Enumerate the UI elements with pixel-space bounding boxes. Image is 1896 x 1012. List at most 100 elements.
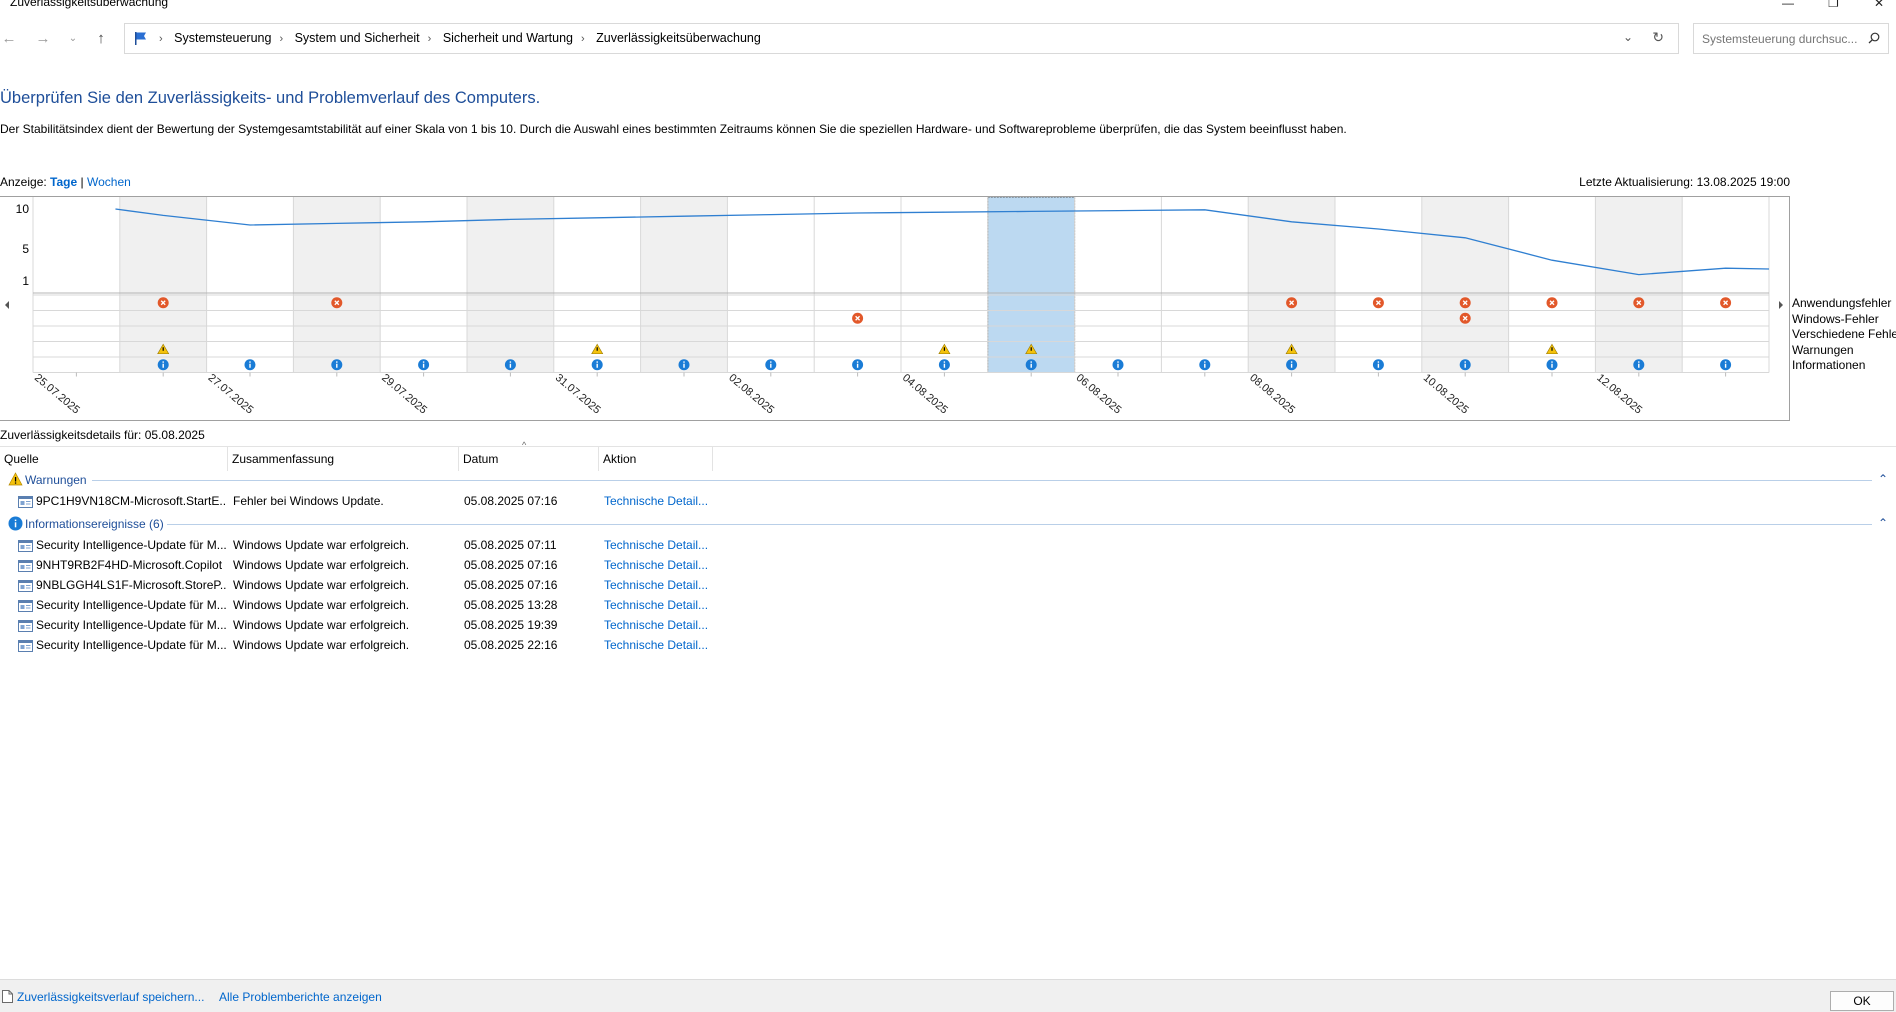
column-header-aktion[interactable]: Aktion [599,447,713,471]
view-days-link[interactable]: Tage [50,175,77,189]
row-source: Security Intelligence-Update für M... [36,598,226,612]
row-summary: Windows Update war erfolgreich. [233,558,410,572]
close-icon[interactable]: ✕ [1874,0,1884,10]
group-divider [92,480,1872,481]
info-icon-mark [1551,363,1553,368]
group-header-informationsereignisse[interactable]: Informationsereignisse (6) ⌃ [0,515,1896,533]
row-source: Security Intelligence-Update für M... [36,538,226,552]
column-header-quelle[interactable]: Quelle [0,447,228,471]
info-icon-dot [422,361,425,363]
info-icon-mark [1464,363,1466,368]
info-icon-mark [509,363,512,368]
info-icon-dot [162,361,164,363]
column-header-datum[interactable]: Datum [459,447,599,471]
forward-icon[interactable]: → [34,30,52,47]
table-row[interactable]: 9NHT9RB2F4HD-Microsoft.Copilot Windows Up… [0,555,760,575]
x-tick-label: 02.08.2025 [726,372,776,417]
breadcrumb-zuverlaessigkeitsueberwachung[interactable]: Zuverlässigkeitsüberwachung [596,31,761,45]
application-icon [18,580,33,592]
column-shade [1421,197,1509,373]
info-icon-mark [162,363,164,368]
x-tick-label: 10.08.2025 [1421,372,1471,417]
row-date: 05.08.2025 07:16 [464,494,558,508]
recent-locations-icon[interactable]: ⌄ [64,33,82,44]
address-bar[interactable]: › Systemsteuerung › System und Sicherheit… [124,23,1679,54]
info-icon-mark [1030,363,1032,368]
breadcrumb-sicherheit-und-wartung[interactable]: Sicherheit und Wartung [443,31,573,45]
info-icon-dot [1117,361,1119,363]
info-icon-mark [336,363,338,368]
table-row[interactable]: 9PC1H9VN18CM-Microsoft.StartE... Fehler … [0,491,760,511]
minimize-icon[interactable]: — [1782,0,1794,10]
technical-details-link[interactable]: Technische Detail... [604,494,708,508]
page-title: Überprüfen Sie den Zuverlässigkeits- und… [0,89,541,107]
collapse-icon[interactable]: ⌃ [1878,516,1888,530]
back-icon[interactable]: ← [0,30,18,47]
info-icon-mark [1377,363,1380,368]
row-date: 05.08.2025 19:39 [464,618,558,632]
collapse-icon[interactable]: ⌃ [1878,472,1888,486]
row-date: 05.08.2025 07:16 [464,558,558,572]
breadcrumb-systemsteuerung[interactable]: Systemsteuerung [174,31,271,45]
technical-details-link[interactable]: Technische Detail... [604,538,708,552]
info-icon-mark [1638,363,1640,368]
up-icon[interactable]: ↑ [92,30,110,47]
info-icon-dot [1030,361,1032,363]
reliability-chart-svg[interactable]: 10 5 1 25.07.2025 27.07.2025 29.07.2025 31.07.… [0,197,1790,422]
technical-details-link[interactable]: Technische Detail... [604,598,708,612]
window-title: Zuverlässigkeitsüberwachung [10,0,169,9]
row-label-windows-fehler: Windows-Fehler [1792,311,1879,326]
info-icon-mark [1204,363,1206,368]
x-tick-label: 06.08.2025 [1074,372,1124,417]
row-source: Security Intelligence-Update für M... [36,638,226,652]
row-label-warnungen: Warnungen [1792,342,1854,357]
table-row[interactable]: Security Intelligence-Update für M... Win… [0,535,760,555]
technical-details-link[interactable]: Technische Detail... [604,578,708,592]
application-icon [18,640,33,652]
group-label: Warnungen [25,473,87,487]
view-selector: Anzeige: Tage | Wochen [0,175,131,189]
ok-button[interactable]: OK [1830,991,1894,1011]
breadcrumb: › Systemsteuerung › System und Sicherheit… [159,31,761,45]
technical-details-link[interactable]: Technische Detail... [604,638,708,652]
warning-icon-mark [1291,347,1293,351]
info-icon-dot [249,361,251,363]
table-row[interactable]: 9NBLGGH4LS1F-Microsoft.StoreP... Windows … [0,575,760,595]
breadcrumb-system-und-sicherheit[interactable]: System und Sicherheit [295,31,420,45]
application-icon [18,496,33,508]
search-icon[interactable] [1868,32,1880,44]
info-icon-dot [1551,361,1553,363]
x-tick-label: 29.07.2025 [379,372,429,417]
table-row[interactable]: Security Intelligence-Update für M... Win… [0,635,760,655]
navigation-bar: ← → ⌄ ↑ › Systemsteuerung › System und Si… [0,22,1896,58]
technical-details-link[interactable]: Technische Detail... [604,558,708,572]
row-summary: Windows Update war erfolgreich. [233,538,410,552]
row-summary: Windows Update war erfolgreich. [233,618,410,632]
row-source: 9PC1H9VN18CM-Microsoft.StartE... [36,494,226,508]
view-all-problem-reports-link[interactable]: Alle Problemberichte anzeigen [219,990,382,1004]
control-panel-flag-icon [135,32,146,45]
scroll-right-icon [1779,301,1783,309]
row-source: 9NHT9RB2F4HD-Microsoft.Copilot [36,558,223,572]
search-input[interactable] [1702,32,1862,46]
warning-icon-mark [596,347,598,351]
search-box[interactable] [1693,23,1889,54]
column-header-zusammenfassung[interactable]: Zusammenfassung [228,447,459,471]
group-header-warnungen[interactable]: Warnungen ⌃ [0,471,1896,489]
technical-details-link[interactable]: Technische Detail... [604,618,708,632]
table-row[interactable]: Security Intelligence-Update für M... Win… [0,615,760,635]
table-row[interactable]: Security Intelligence-Update für M... Win… [0,595,760,615]
reliability-chart[interactable]: 10 5 1 25.07.2025 27.07.2025 29.07.2025 31.07.… [0,196,1790,421]
save-reliability-history-link[interactable]: Zuverlässigkeitsverlauf speichern... [17,990,204,1004]
maximize-icon[interactable]: ❐ [1828,0,1839,10]
page-description: Der Stabilitätsindex dient der Bewertung… [0,122,1347,136]
footer-bar: Zuverlässigkeitsverlauf speichern... All… [0,979,1896,1012]
x-tick-label: 31.07.2025 [553,372,603,417]
refresh-icon[interactable]: ↻ [1652,29,1664,46]
address-dropdown-icon[interactable]: ⌄ [1623,30,1633,44]
row-label-informationen: Informationen [1792,358,1866,372]
view-weeks-link[interactable]: Wochen [87,175,131,189]
row-source: 9NBLGGH4LS1F-Microsoft.StoreP... [36,578,226,592]
row-date: 05.08.2025 22:16 [464,638,558,652]
warning-icon-mark [162,347,164,351]
